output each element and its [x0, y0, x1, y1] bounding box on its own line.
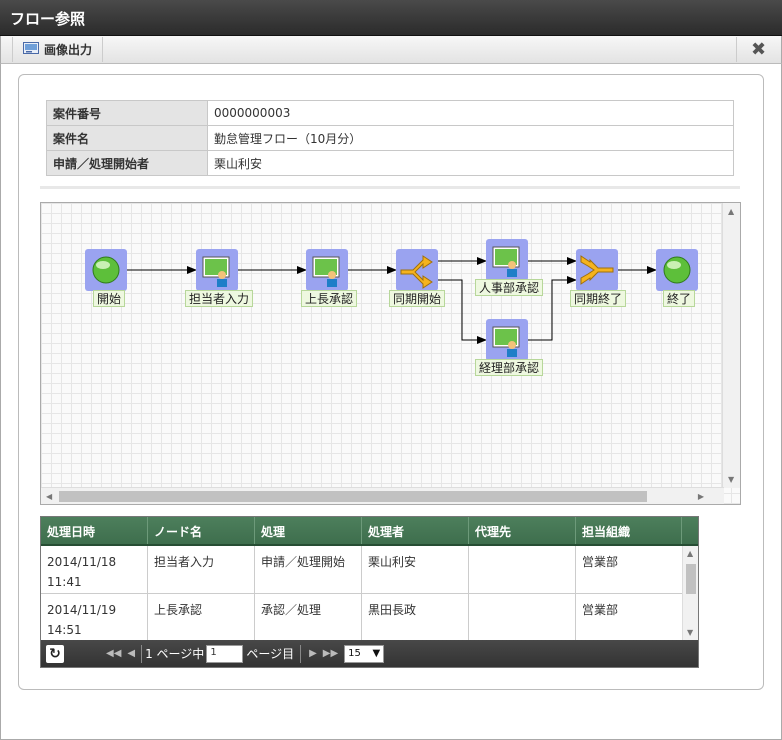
- scroll-thumb[interactable]: [59, 491, 647, 502]
- close-icon: ✖: [750, 39, 767, 60]
- scroll-down-icon[interactable]: ▼: [728, 475, 734, 484]
- sync-end-node[interactable]: [576, 249, 618, 291]
- export-image-button[interactable]: 画像出力: [12, 37, 104, 62]
- diagram-vertical-scrollbar[interactable]: ▲ ▼: [722, 203, 740, 488]
- cell-node: 上長承認: [148, 594, 255, 640]
- cell-proxy: [469, 546, 576, 593]
- matter-info-section: 案件番号 0000000003 案件名 勤怠管理フロー（10月分） 申請／処理開…: [40, 92, 740, 189]
- jocho-node[interactable]: [306, 249, 348, 291]
- keiri-node[interactable]: [486, 319, 528, 361]
- matter-number-value: 0000000003: [207, 100, 734, 126]
- pager-divider: [300, 644, 302, 663]
- prev-page-icon[interactable]: ◀: [127, 648, 135, 659]
- keiri-node-label: 経理部承認: [475, 359, 544, 376]
- scroll-right-icon[interactable]: ▶: [698, 492, 704, 501]
- toolbar: 画像出力 ✖: [0, 36, 782, 64]
- scroll-left-icon[interactable]: ◀: [46, 492, 52, 501]
- cell-user: 黒田長政: [362, 594, 469, 640]
- table-row[interactable]: 2014/11/18 11:41 担当者入力 申請／処理開始 栗山利安 営業部: [41, 546, 682, 594]
- col-user[interactable]: 処理者: [362, 517, 469, 544]
- flow-diagram[interactable]: 開始 担当者入力 上長承認 同期開始 人事部承認 経理部承認 同期終了 終了 ▲…: [40, 202, 741, 505]
- end-node[interactable]: [656, 249, 698, 291]
- cell-node: 担当者入力: [148, 546, 255, 593]
- close-button[interactable]: ✖: [736, 37, 780, 62]
- matter-number-label: 案件番号: [46, 100, 208, 126]
- table-row[interactable]: 2014/11/19 14:51 上長承認 承認／処理 黒田長政 営業部: [41, 594, 682, 640]
- cell-date: 2014/11/18 11:41: [41, 546, 148, 593]
- flow-connectors: [127, 257, 657, 344]
- page-suffix-label: ページ目: [246, 647, 295, 661]
- start-node-label: 開始: [93, 290, 126, 307]
- grid-scroll-down-icon[interactable]: ▼: [687, 628, 693, 637]
- info-row: 案件番号 0000000003: [46, 100, 734, 126]
- page-number-input[interactable]: 1: [206, 644, 244, 663]
- last-page-icon[interactable]: ▶▶: [323, 648, 338, 659]
- col-action[interactable]: 処理: [255, 517, 362, 544]
- sync-start-node-label: 同期開始: [389, 290, 446, 307]
- jocho-node-label: 上長承認: [301, 290, 358, 307]
- cell-user: 栗山利安: [362, 546, 469, 593]
- export-image-label: 画像出力: [44, 43, 93, 57]
- cell-org: 営業部: [582, 603, 619, 617]
- history-grid: 処理日時 ノード名 処理 処理者 代理先 担当組織 2014/11/18 11:4…: [40, 516, 699, 668]
- page-size-value: 15: [348, 648, 361, 659]
- cell-proxy: [469, 594, 576, 640]
- matter-info-table: 案件番号 0000000003 案件名 勤怠管理フロー（10月分） 申請／処理開…: [46, 100, 734, 176]
- tanto-node[interactable]: [196, 249, 238, 291]
- jinji-node-label: 人事部承認: [475, 279, 544, 296]
- pager-divider: [141, 644, 143, 663]
- matter-name-value: 勤怠管理フロー（10月分）: [207, 125, 734, 151]
- next-page-icon[interactable]: ▶: [309, 648, 317, 659]
- grid-header: 処理日時 ノード名 処理 処理者 代理先 担当組織: [41, 517, 698, 546]
- col-org[interactable]: 担当組織: [576, 517, 682, 544]
- col-node[interactable]: ノード名: [148, 517, 255, 544]
- page-size-select[interactable]: 15 ▼: [344, 644, 385, 663]
- window-title: フロー参照: [0, 0, 782, 36]
- refresh-icon[interactable]: ↻: [46, 644, 64, 663]
- info-row: 申請／処理開始者 栗山利安: [46, 150, 734, 176]
- grid-scroll-thumb[interactable]: [686, 564, 696, 594]
- applicant-value: 栗山利安: [207, 150, 734, 176]
- sync-end-node-label: 同期終了: [570, 290, 627, 307]
- grid-pager: ↻ ◀◀ ◀ 1 ページ中 1 ページ目 ▶ ▶▶ 15 ▼: [41, 640, 698, 667]
- cell-org: 営業部: [582, 555, 619, 569]
- cell-action: 承認／処理: [255, 594, 362, 640]
- grid-scroll-up-icon[interactable]: ▲: [687, 549, 693, 558]
- scroll-up-icon[interactable]: ▲: [728, 207, 734, 216]
- applicant-label: 申請／処理開始者: [46, 150, 208, 176]
- grid-vertical-scrollbar[interactable]: ▲ ▼: [682, 546, 698, 640]
- cell-action: 申請／処理開始: [255, 546, 362, 593]
- col-proxy[interactable]: 代理先: [469, 517, 576, 544]
- info-row: 案件名 勤怠管理フロー（10月分）: [46, 125, 734, 151]
- sync-start-node[interactable]: [396, 249, 438, 291]
- col-date[interactable]: 処理日時: [41, 517, 148, 544]
- image-export-icon: [23, 42, 39, 57]
- matter-name-label: 案件名: [46, 125, 208, 151]
- jinji-node[interactable]: [486, 239, 528, 281]
- page-total-label: 1 ページ中: [145, 647, 205, 661]
- diagram-horizontal-scrollbar[interactable]: ◀ ▶: [41, 487, 724, 504]
- start-node[interactable]: [85, 249, 127, 291]
- grid-body: 2014/11/18 11:41 担当者入力 申請／処理開始 栗山利安 営業部 2…: [41, 546, 682, 640]
- cell-date: 2014/11/19 14:51: [41, 594, 148, 640]
- chevron-down-icon: ▼: [372, 648, 381, 659]
- end-node-label: 終了: [663, 290, 696, 307]
- first-page-icon[interactable]: ◀◀: [106, 648, 121, 659]
- tanto-node-label: 担当者入力: [185, 290, 254, 307]
